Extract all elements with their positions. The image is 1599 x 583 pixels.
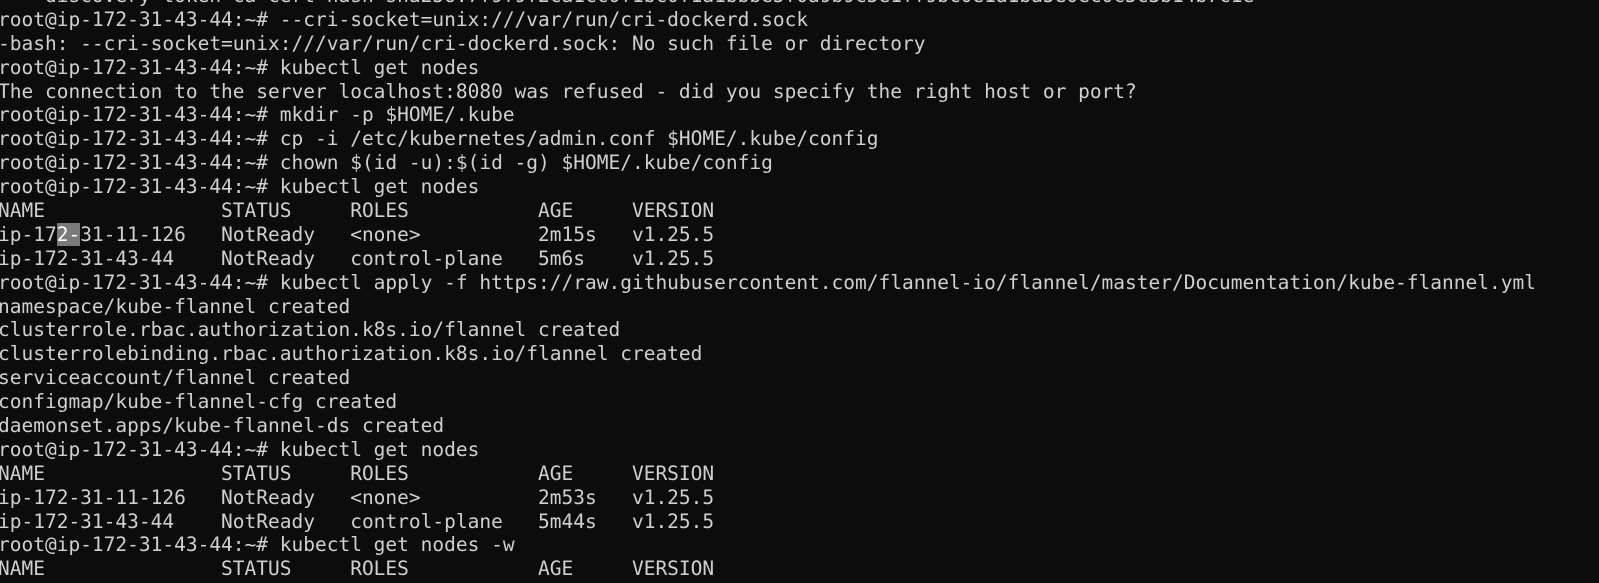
terminal-line: root@ip-172-31-43-44:~# kubectl get node… [0, 437, 480, 461]
terminal-line: ip-172-31-43-44 NotReady control-plane 5… [0, 509, 715, 533]
terminal-line: daemonset.apps/kube-flannel-ds created [0, 414, 445, 438]
terminal-line: serviceaccount/flannel created [0, 366, 351, 390]
terminal-line: root@ip-172-31-43-44:~# kubectl get node… [0, 533, 515, 557]
terminal-line-text: ip-17 [0, 222, 57, 246]
terminal-output[interactable]: discovery-token-ca-cert-hash sha256:7f9f… [0, 0, 1599, 583]
terminal-line-text: 31-11-126 NotReady <none> 2m15s v1.25.5 [80, 222, 715, 246]
terminal-line: NAME STATUS ROLES AGE VERSION [0, 199, 715, 223]
terminal-line: root@ip-172-31-43-44:~# cp -i /etc/kuber… [0, 127, 879, 151]
terminal-line: root@ip-172-31-43-44:~# kubectl apply -f… [0, 270, 1536, 294]
terminal-line: root@ip-172-31-43-44:~# kubectl get node… [0, 55, 480, 79]
terminal-line: configmap/kube-flannel-cfg created [0, 390, 398, 414]
terminal-line: root@ip-172-31-43-44:~# --cri-socket=uni… [0, 7, 809, 31]
text-selection: 2- [56, 222, 81, 246]
terminal-line: ip-172-31-11-126 NotReady <none> 2m15s v… [0, 222, 1599, 247]
terminal-line: NAME STATUS ROLES AGE VERSION [0, 557, 715, 581]
terminal-line: root@ip-172-31-43-44:~# chown $(id -u):$… [0, 151, 773, 175]
terminal-line: NAME STATUS ROLES AGE VERSION [0, 461, 715, 485]
terminal-line: clusterrolebinding.rbac.authorization.k8… [0, 342, 703, 366]
terminal-line: ip-172-31-43-44 NotReady control-plane 5… [0, 246, 715, 270]
terminal-line: The connection to the server localhost:8… [0, 79, 1137, 103]
terminal-line: -bash: --cri-socket=unix:///var/run/cri-… [0, 31, 926, 55]
terminal-line: root@ip-172-31-43-44:~# kubectl get node… [0, 175, 480, 199]
terminal-line: clusterrole.rbac.authorization.k8s.io/fl… [0, 318, 621, 342]
terminal-line: root@ip-172-31-43-44:~# mkdir -p $HOME/.… [0, 103, 515, 127]
terminal-line: discovery-token-ca-cert-hash sha256:7f9f… [0, 0, 1599, 8]
terminal-line: namespace/kube-flannel created [0, 294, 351, 318]
terminal-line: ip-172-31-11-126 NotReady <none> 2m53s v… [0, 485, 715, 509]
